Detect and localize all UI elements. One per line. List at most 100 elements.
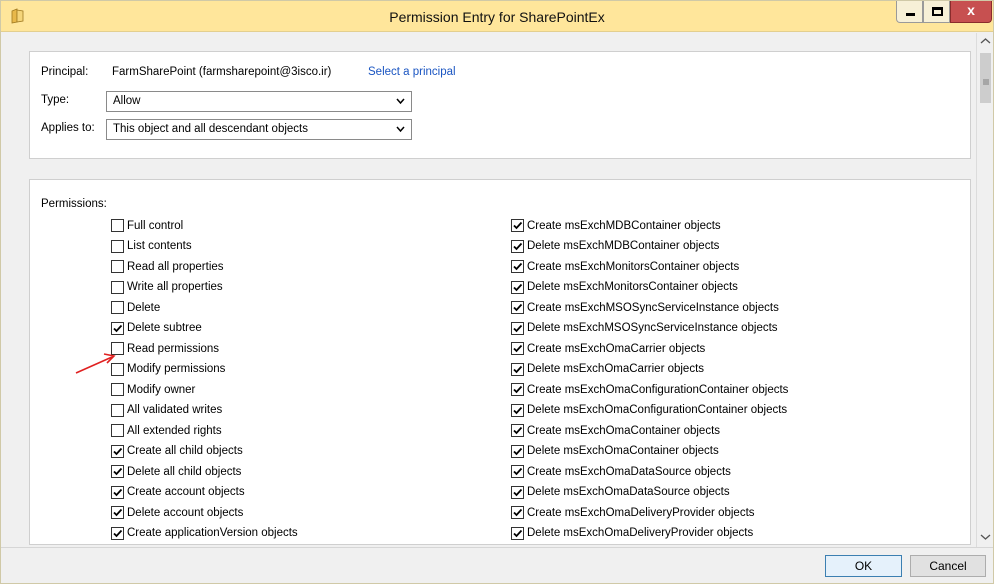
permission-row[interactable]: Create all child objects: [111, 443, 243, 460]
permission-row[interactable]: Create msExchMSOSyncServiceInstance obje…: [511, 299, 779, 316]
principal-label: Principal:: [41, 66, 89, 78]
permission-checkbox[interactable]: [511, 342, 524, 355]
permission-row[interactable]: Delete msExchOmaCarrier objects: [511, 361, 704, 378]
permission-label: List contents: [127, 240, 192, 252]
permission-row[interactable]: Delete: [111, 299, 160, 316]
permission-checkbox[interactable]: [111, 403, 124, 417]
permission-checkbox[interactable]: [511, 239, 524, 253]
select-principal-link[interactable]: Select a principal: [368, 66, 456, 78]
permission-checkbox[interactable]: [511, 506, 524, 519]
checkmark-icon: [513, 283, 523, 291]
permissions-label: Permissions:: [41, 198, 107, 210]
permission-row[interactable]: Delete account objects: [111, 504, 243, 521]
title-bar[interactable]: Permission Entry for SharePointEx x: [1, 1, 993, 32]
permission-label: Create msExchMDBContainer objects: [527, 219, 721, 232]
permission-checkbox[interactable]: [511, 260, 524, 273]
permission-row[interactable]: Read permissions: [111, 340, 219, 357]
cancel-button[interactable]: Cancel: [910, 555, 986, 577]
checkmark-icon: [513, 447, 523, 455]
permission-row[interactable]: Delete msExchOmaConfigurationContainer o…: [511, 402, 787, 419]
permission-checkbox[interactable]: [511, 444, 524, 458]
permission-checkbox[interactable]: [111, 219, 124, 232]
permission-label: Create msExchOmaConfigurationContainer o…: [527, 383, 789, 396]
permission-checkbox[interactable]: [511, 280, 524, 294]
permission-checkbox[interactable]: [111, 383, 124, 396]
permission-checkbox[interactable]: [111, 424, 124, 437]
permission-checkbox[interactable]: [511, 301, 524, 314]
permission-checkbox[interactable]: [511, 383, 524, 396]
permission-label: Create msExchMonitorsContainer objects: [527, 260, 740, 273]
permission-row[interactable]: Create msExchOmaContainer objects: [511, 422, 720, 439]
permission-checkbox[interactable]: [511, 362, 524, 376]
permission-row[interactable]: Full control: [111, 217, 183, 234]
permission-row[interactable]: Create account objects: [111, 484, 245, 501]
permission-checkbox[interactable]: [111, 485, 124, 499]
checkmark-icon: [513, 406, 523, 414]
permission-checkbox[interactable]: [511, 526, 524, 540]
permission-row[interactable]: Create msExchMonitorsContainer objects: [511, 258, 739, 275]
permission-checkbox[interactable]: [111, 301, 124, 314]
minimize-button[interactable]: [896, 1, 923, 23]
checkmark-icon: [113, 529, 123, 537]
permission-label: Write all properties: [127, 281, 223, 293]
permission-label: Delete msExchOmaContainer objects: [527, 445, 719, 457]
permission-row[interactable]: Create msExchOmaCarrier objects: [511, 340, 705, 357]
permission-checkbox[interactable]: [111, 465, 124, 478]
permission-row[interactable]: Delete msExchMSOSyncServiceInstance obje…: [511, 320, 778, 337]
permission-row[interactable]: All validated writes: [111, 402, 222, 419]
permission-checkbox[interactable]: [111, 239, 124, 253]
permission-checkbox[interactable]: [511, 465, 524, 478]
permission-row[interactable]: Delete all child objects: [111, 463, 241, 480]
vertical-scrollbar[interactable]: [976, 33, 993, 547]
permission-checkbox[interactable]: [111, 260, 124, 273]
permission-checkbox[interactable]: [511, 485, 524, 499]
permission-row[interactable]: Modify owner: [111, 381, 195, 398]
checkmark-icon: [513, 303, 523, 312]
ok-button[interactable]: OK: [825, 555, 902, 577]
permission-checkbox[interactable]: [111, 526, 124, 540]
permission-row[interactable]: Modify permissions: [111, 361, 225, 378]
permission-checkbox[interactable]: [511, 321, 524, 335]
maximize-button[interactable]: [923, 1, 950, 23]
permission-label: Delete msExchMSOSyncServiceInstance obje…: [527, 322, 778, 334]
permission-checkbox[interactable]: [511, 424, 524, 437]
permission-row[interactable]: All extended rights: [111, 422, 222, 439]
checkmark-icon: [513, 324, 523, 332]
scroll-up-icon[interactable]: [980, 37, 991, 45]
permission-checkbox[interactable]: [511, 403, 524, 417]
permission-checkbox[interactable]: [111, 280, 124, 294]
permission-row[interactable]: Delete msExchMDBContainer objects: [511, 238, 719, 255]
permission-row[interactable]: Create msExchOmaDeliveryProvider objects: [511, 504, 755, 521]
type-select[interactable]: Allow: [106, 91, 412, 112]
dialog-footer: OK Cancel: [1, 547, 993, 583]
permission-checkbox[interactable]: [111, 506, 124, 519]
permission-label: Read permissions: [127, 342, 220, 355]
permission-row[interactable]: Create msExchMDBContainer objects: [511, 217, 721, 234]
permission-label: All extended rights: [127, 424, 222, 437]
permission-row[interactable]: Delete msExchOmaDeliveryProvider objects: [511, 525, 753, 542]
close-button[interactable]: x: [950, 1, 992, 23]
permission-row[interactable]: Create msExchOmaConfigurationContainer o…: [511, 381, 788, 398]
permission-label: Create all child objects: [127, 445, 243, 457]
checkmark-icon: [513, 385, 523, 394]
permission-row[interactable]: Delete msExchMonitorsContainer objects: [511, 279, 738, 296]
scrollbar-thumb[interactable]: [980, 53, 991, 103]
permission-row[interactable]: Delete subtree: [111, 320, 202, 337]
permission-label: Full control: [127, 219, 184, 232]
permission-checkbox[interactable]: [511, 219, 524, 232]
principal-panel: Principal: FarmSharePoint (farmsharepoin…: [29, 51, 971, 159]
minimize-icon: [906, 13, 915, 16]
scroll-down-icon[interactable]: [980, 533, 991, 541]
applies-to-select[interactable]: This object and all descendant objects: [106, 119, 412, 140]
permission-checkbox[interactable]: [111, 321, 124, 335]
permission-row[interactable]: Delete msExchOmaDataSource objects: [511, 484, 730, 501]
permission-row[interactable]: Create applicationVersion objects: [111, 525, 298, 542]
permission-label: Read all properties: [127, 260, 224, 273]
permission-row[interactable]: Read all properties: [111, 258, 224, 275]
chevron-down-icon: [396, 126, 405, 133]
permission-checkbox[interactable]: [111, 444, 124, 458]
permission-row[interactable]: Write all properties: [111, 279, 223, 296]
permission-row[interactable]: Create msExchOmaDataSource objects: [511, 463, 731, 480]
permission-row[interactable]: List contents: [111, 238, 192, 255]
permission-row[interactable]: Delete msExchOmaContainer objects: [511, 443, 719, 460]
